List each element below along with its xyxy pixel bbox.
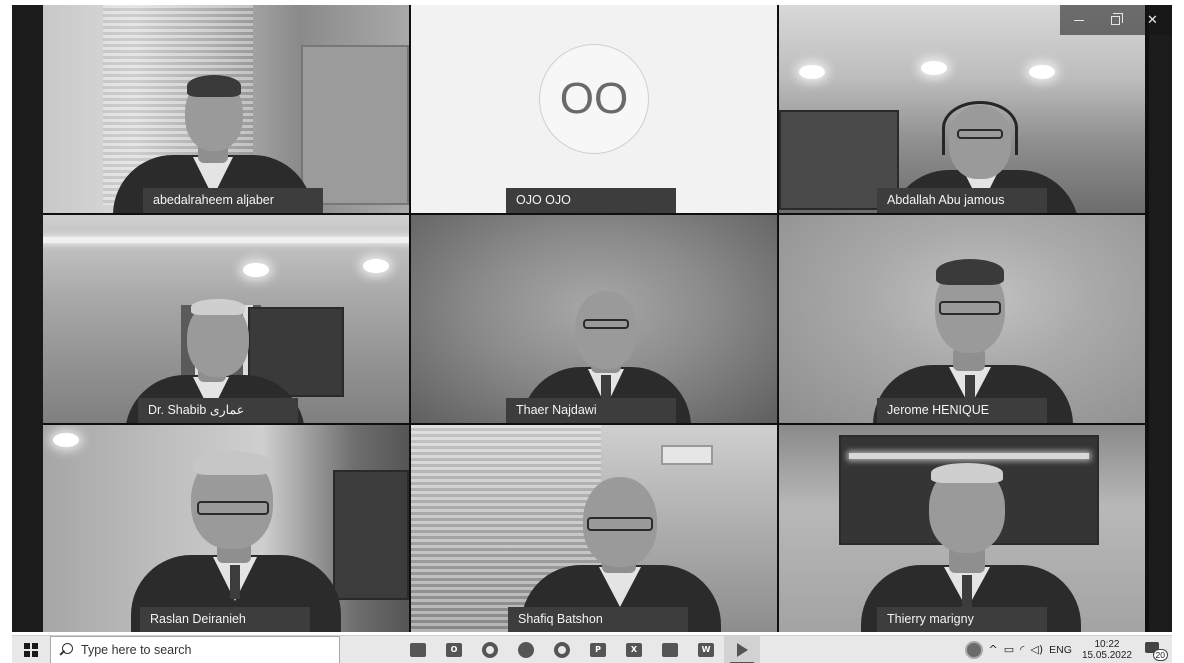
meeting-app-button[interactable] [724,635,760,663]
windows-logo-icon [24,642,38,657]
start-button[interactable] [12,636,50,663]
participant-video [43,425,409,632]
video-grid: abedalraheem aljaber OO OJO OJO Abdallah… [43,5,1149,632]
participant-name-tag: Thaer Najdawi [506,398,676,423]
restore-icon [1111,12,1123,25]
participant-tile[interactable]: Dr. Shabib عماری [43,215,409,423]
wifi-icon[interactable]: ◜ [1020,643,1024,656]
participant-tile[interactable]: abedalraheem aljaber [43,5,409,213]
word-button[interactable]: W [688,636,724,663]
participant-name-tag: Jerome HENIQUE [877,398,1047,423]
participant-video [43,5,409,213]
system-tray: ^ ▭ ◜ ◁) ENG 10:22 15.05.2022 20 [964,639,1172,661]
participant-video [43,215,409,423]
excel-icon: X [626,642,642,657]
chevron-up-icon[interactable]: ^ [989,643,998,656]
clock[interactable]: 10:22 15.05.2022 [1082,639,1132,661]
participant-tile[interactable]: Thaer Najdawi [411,215,777,423]
photos-button[interactable] [652,636,688,663]
file-explorer-button[interactable] [400,636,436,663]
meeting-app-icon [736,642,748,657]
participant-tile[interactable]: Jerome HENIQUE [779,215,1145,423]
edge-button[interactable] [508,636,544,663]
speaker-icon[interactable]: ◁) [1030,643,1043,656]
clock-time: 10:22 [1094,638,1120,650]
clock-date: 15.05.2022 [1081,649,1132,661]
taskbar-search[interactable] [50,635,340,663]
participant-tile[interactable]: Thierry marigny [779,425,1145,632]
photos-icon [662,642,678,657]
edge-icon [518,641,534,658]
participant-tile[interactable]: OO OJO OJO [411,5,777,213]
word-icon: W [698,642,714,657]
restore-button[interactable] [1097,5,1134,35]
window-controls: ✕ [1060,5,1172,35]
participant-name-tag: Thierry marigny [877,607,1047,632]
participant-name-tag: Shafiq Batshon [508,607,688,632]
excel-button[interactable]: X [616,636,652,663]
participant-video [411,425,777,632]
settings-button[interactable] [472,636,508,663]
participant-video [411,215,777,423]
notification-count: 20 [1152,648,1168,661]
participant-video [779,5,1145,213]
participant-video [779,215,1145,423]
close-icon: ✕ [1147,12,1158,28]
powerpoint-icon: P [590,642,606,657]
user-avatar-icon[interactable] [964,640,983,659]
participant-tile[interactable]: Shafiq Batshon [411,425,777,632]
outlook-icon: O [446,642,462,657]
participant-name-tag: Dr. Shabib عماری [138,398,298,423]
participant-name-tag: abedalraheem aljaber [143,188,323,213]
chrome-button[interactable] [544,636,580,663]
notifications-button[interactable]: 20 [1142,639,1168,661]
participant-name-tag: Abdallah Abu jamous [877,188,1047,213]
taskbar: O P X W ^ ▭ ◜ ◁) ENG 10:22 15.05.2022 20 [12,635,1172,663]
search-icon [59,642,73,657]
powerpoint-button[interactable]: P [580,636,616,663]
participant-tile[interactable]: Raslan Deiranieh [43,425,409,632]
participant-tile[interactable]: Abdallah Abu jamous [779,5,1145,213]
language-indicator[interactable]: ENG [1049,644,1072,656]
participant-avatar: OO [539,43,649,154]
file-explorer-icon [410,642,426,657]
close-button[interactable]: ✕ [1134,5,1171,35]
battery-icon[interactable]: ▭ [1004,643,1014,656]
outlook-button[interactable]: O [436,636,472,663]
participant-video [779,425,1145,632]
meeting-window: ✕ abedalraheem aljaber OO OJO OJO Abdall… [12,5,1172,632]
minimize-button[interactable] [1060,5,1097,35]
participant-name-tag: Raslan Deiranieh [140,607,310,632]
participant-name-tag: OJO OJO [506,188,676,213]
minimize-icon [1073,19,1084,21]
pinned-apps: O P X W [400,635,760,663]
search-input[interactable] [81,642,321,657]
settings-icon [482,641,498,658]
chrome-icon [554,641,570,658]
